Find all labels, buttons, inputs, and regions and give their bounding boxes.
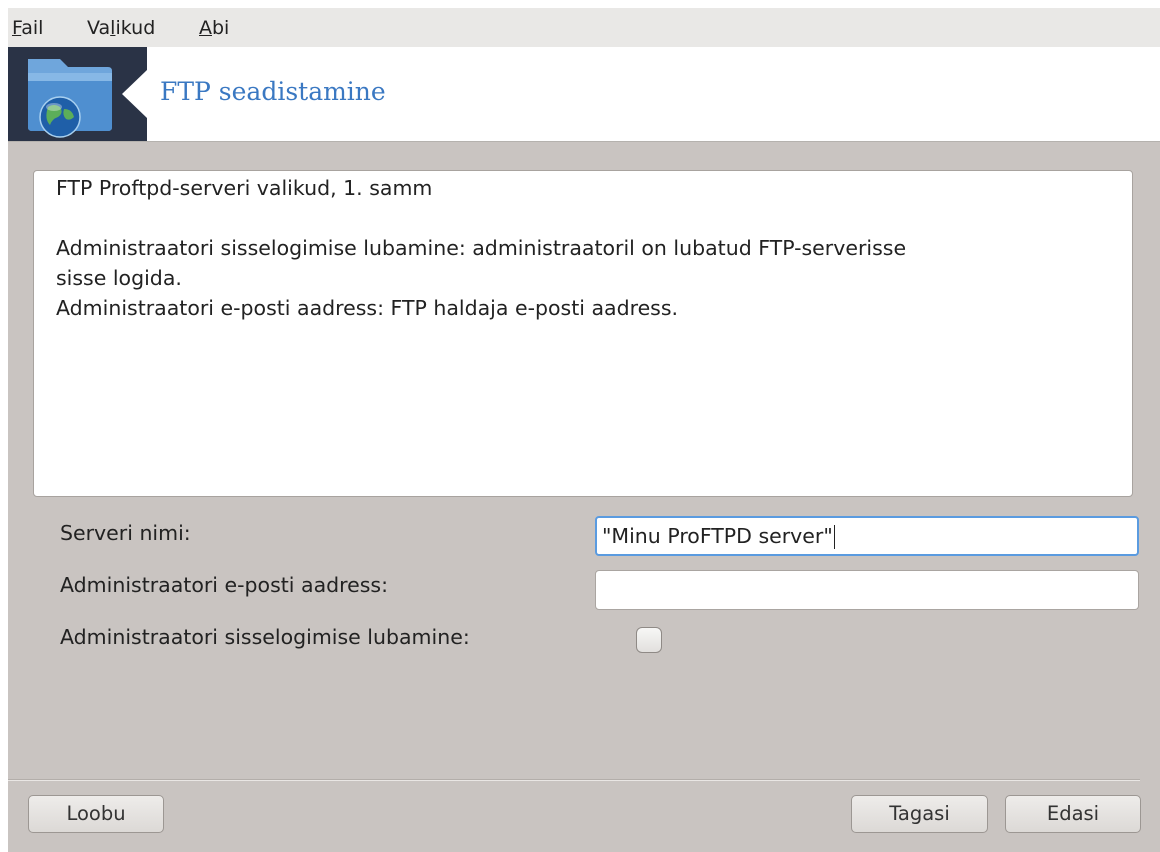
server-name-value: "Minu ProFTPD server" <box>602 524 833 548</box>
description-heading: FTP Proftpd-serveri valikud, 1. samm <box>56 176 433 200</box>
next-button[interactable]: Edasi <box>1005 795 1141 833</box>
server-name-label: Serveri nimi: <box>60 521 191 545</box>
cancel-button[interactable]: Loobu <box>28 795 164 833</box>
admin-login-label: Administraatori sisselogimise lubamine: <box>60 625 470 649</box>
back-button[interactable]: Tagasi <box>851 795 988 833</box>
page-title: FTP seadistamine <box>160 77 386 106</box>
menubar: Fail Valikud Abi <box>8 8 1160 47</box>
text-caret <box>833 525 835 549</box>
button-separator <box>8 779 1140 781</box>
menu-fail[interactable]: Fail <box>12 17 43 39</box>
menu-valikud[interactable]: Valikud <box>87 17 155 39</box>
description-line-3: Administraatori e-posti aadress: FTP hal… <box>56 296 679 320</box>
admin-email-input[interactable] <box>595 570 1139 610</box>
wizard-banner: FTP seadistamine <box>8 47 1160 141</box>
menu-abi[interactable]: Abi <box>199 17 229 39</box>
description-line-2: sisse logida. <box>56 266 182 290</box>
admin-login-checkbox[interactable] <box>636 627 662 653</box>
ftp-wizard-window: Fail Valikud Abi FTP seadistamine FTP Pr… <box>8 8 1160 852</box>
description-line-1: Administraatori sisselogimise lubamine: … <box>56 236 907 260</box>
banner-divider <box>8 141 1160 142</box>
description-box: FTP Proftpd-serveri valikud, 1. samm Adm… <box>33 170 1133 497</box>
folder-globe-icon <box>8 47 147 141</box>
server-name-input[interactable]: "Minu ProFTPD server" <box>595 516 1139 556</box>
admin-email-label: Administraatori e-posti aadress: <box>60 573 389 597</box>
